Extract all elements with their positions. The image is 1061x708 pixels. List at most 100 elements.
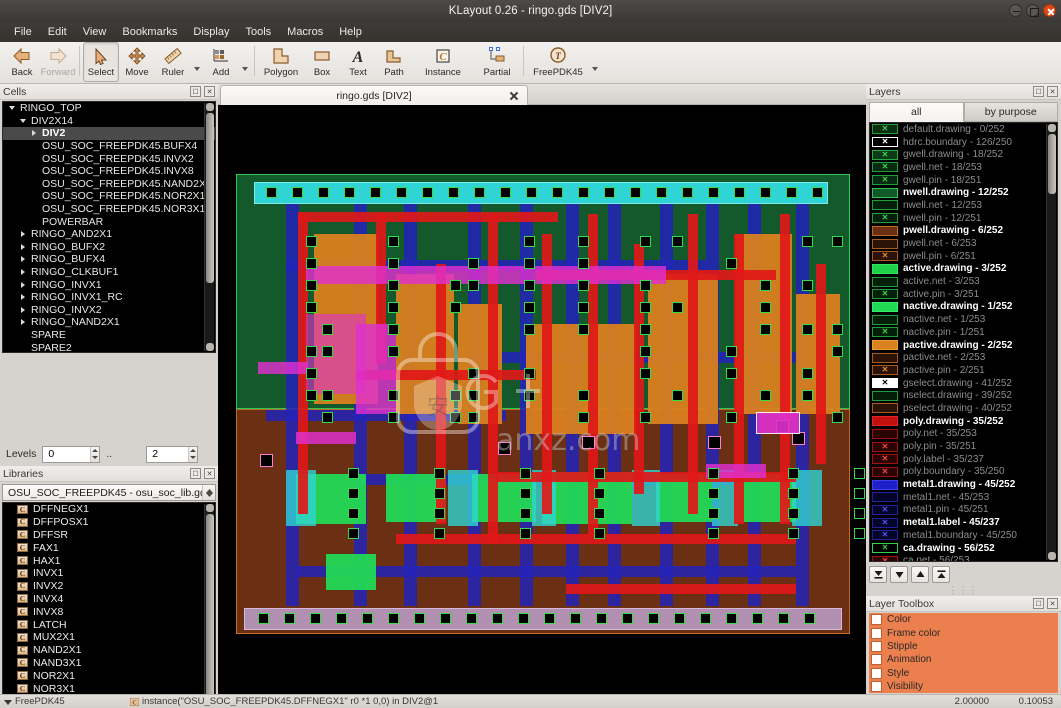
toolbar-instance-button[interactable]: C Instance xyxy=(412,42,474,82)
maximize-button[interactable] xyxy=(1026,4,1039,17)
layer-list-item[interactable]: nwell.drawing - 12/252 xyxy=(870,186,1057,199)
expander-expand-icon[interactable] xyxy=(18,256,28,262)
layer-swatch[interactable]: ✕ xyxy=(872,124,898,134)
layer-list-item[interactable]: ✕poly.boundary - 35/250 xyxy=(870,466,1057,479)
cell-tree-item[interactable]: RINGO_CLKBUF1 xyxy=(3,266,215,279)
cell-tree-item[interactable]: SPARE xyxy=(3,329,215,342)
expander-expand-icon[interactable] xyxy=(18,231,28,237)
layer-swatch[interactable]: ✕ xyxy=(872,378,898,388)
library-list-item[interactable]: CNOR2X1 xyxy=(3,669,215,682)
menu-view[interactable]: View xyxy=(75,24,115,40)
toolbar-select-button[interactable]: Select xyxy=(83,42,119,82)
layer-swatch[interactable]: ✕ xyxy=(872,530,898,540)
menu-edit[interactable]: Edit xyxy=(40,24,75,40)
layers-close-button[interactable]: ✕ xyxy=(1047,86,1058,97)
library-list-item[interactable]: CINVX4 xyxy=(3,593,215,606)
move-up-icon[interactable] xyxy=(911,566,929,583)
layer-swatch[interactable] xyxy=(872,403,898,413)
layer-list-item[interactable]: nselect.drawing - 39/252 xyxy=(870,389,1057,402)
layer-list-item[interactable]: ✕metal1.label - 45/237 xyxy=(870,516,1057,529)
layer-swatch[interactable] xyxy=(872,239,898,249)
cell-tree-item[interactable]: RINGO_BUFX4 xyxy=(3,253,215,266)
layer-list-item[interactable]: nactive.drawing - 1/252 xyxy=(870,301,1057,314)
layer-list-item[interactable]: pwell.net - 6/253 xyxy=(870,237,1057,250)
cell-tree-item[interactable]: OSU_SOC_FREEPDK45.INVX2 xyxy=(3,152,215,165)
menu-tools[interactable]: Tools xyxy=(237,24,279,40)
layer-swatch[interactable]: ✕ xyxy=(872,454,898,464)
layer-swatch[interactable] xyxy=(872,492,898,502)
layers-undock-button[interactable]: ☐ xyxy=(1033,86,1044,97)
expander-expand-icon[interactable] xyxy=(18,269,28,275)
cell-tree-item[interactable]: SPARE2 xyxy=(3,341,215,353)
toolbar-ruler-button[interactable]: Ruler xyxy=(155,42,191,82)
layer-list-item[interactable]: ✕gwell.pin - 18/251 xyxy=(870,174,1057,187)
layer-list-item[interactable]: ✕gselect.drawing - 41/252 xyxy=(870,377,1057,390)
tab-by-purpose[interactable]: by purpose xyxy=(964,102,1059,122)
layer-list-item[interactable]: ✕default.drawing - 0/252 xyxy=(870,123,1057,136)
library-list-item[interactable]: CLATCH xyxy=(3,618,215,631)
layer-swatch[interactable] xyxy=(872,302,898,312)
layer-list-item[interactable]: pactive.net - 2/253 xyxy=(870,351,1057,364)
cell-tree-item[interactable]: OSU_SOC_FREEPDK45.NOR2X1 xyxy=(3,190,215,203)
panel-splitter[interactable]: ⋮⋮⋮ xyxy=(866,586,1061,594)
expander-expand-icon[interactable] xyxy=(18,319,28,325)
cell-tree-item[interactable]: RINGO_TOP xyxy=(3,102,215,115)
layer-swatch[interactable]: ✕ xyxy=(872,289,898,299)
library-list-item[interactable]: CINVX1 xyxy=(3,567,215,580)
layer-toolbox-checkbox[interactable] xyxy=(871,668,882,679)
cell-tree-item[interactable]: RINGO_INVX1 xyxy=(3,278,215,291)
layer-swatch[interactable] xyxy=(872,188,898,198)
library-list-item[interactable]: CHAX1 xyxy=(3,554,215,567)
layer-list-item[interactable]: nactive.net - 1/253 xyxy=(870,313,1057,326)
levels-from-input[interactable] xyxy=(43,447,90,461)
layer-swatch[interactable] xyxy=(872,480,898,490)
cells-tree[interactable]: RINGO_TOPDIV2X14DIV2OSU_SOC_FREEPDK45.BU… xyxy=(2,101,216,353)
layer-list-item[interactable]: nwell.net - 12/253 xyxy=(870,199,1057,212)
layer-list-item[interactable]: pselect.drawing - 40/252 xyxy=(870,402,1057,415)
minimize-button[interactable] xyxy=(1009,4,1022,17)
layer-swatch[interactable]: ✕ xyxy=(872,556,898,562)
menu-file[interactable]: File xyxy=(6,24,40,40)
library-list-item[interactable]: CINVX2 xyxy=(3,580,215,593)
layer-list-item[interactable]: ✕metal1.pin - 45/251 xyxy=(870,504,1057,517)
toolbar-box-button[interactable]: Box xyxy=(304,42,340,82)
close-icon[interactable] xyxy=(509,91,519,101)
layer-toolbox-checkbox[interactable] xyxy=(871,628,882,639)
expander-expand-icon[interactable] xyxy=(29,130,39,136)
tab-all[interactable]: all xyxy=(869,102,964,122)
layer-swatch[interactable] xyxy=(872,277,898,287)
layer-list-item[interactable]: ✕poly.pin - 35/251 xyxy=(870,440,1057,453)
close-button[interactable] xyxy=(1043,4,1056,17)
toolbar-back-button[interactable]: Back xyxy=(4,42,40,82)
library-list-item[interactable]: CFAX1 xyxy=(3,541,215,554)
cell-tree-item[interactable]: RINGO_INVX1_RC xyxy=(3,291,215,304)
layer-swatch[interactable] xyxy=(872,429,898,439)
layer-toolbox-checkbox[interactable] xyxy=(871,654,882,665)
levels-from-spinner[interactable] xyxy=(42,446,100,463)
cell-tree-item[interactable]: OSU_SOC_FREEPDK45.NOR3X1 xyxy=(3,203,215,216)
layer-list-item[interactable]: metal1.net - 45/253 xyxy=(870,491,1057,504)
layer-list-item[interactable]: ✕poly.label - 35/237 xyxy=(870,453,1057,466)
layer-toolbox-close-button[interactable]: ✕ xyxy=(1047,598,1058,609)
layer-swatch[interactable] xyxy=(872,315,898,325)
layer-toolbox-item[interactable]: Visibility xyxy=(869,680,1058,693)
library-select-arrows-icon[interactable] xyxy=(202,485,215,500)
layer-swatch[interactable]: ✕ xyxy=(872,365,898,375)
layout-canvas[interactable]: 安anxz.com xyxy=(218,105,866,694)
layer-swatch[interactable]: ✕ xyxy=(872,467,898,477)
layer-list-item[interactable]: active.net - 3/253 xyxy=(870,275,1057,288)
add-dropdown-arrow-icon[interactable] xyxy=(239,42,251,82)
library-list-item[interactable]: CMUX2X1 xyxy=(3,631,215,644)
layer-toolbox-checkbox[interactable] xyxy=(871,681,882,692)
toolbar-path-button[interactable]: Path xyxy=(376,42,412,82)
layer-swatch[interactable] xyxy=(872,340,898,350)
menu-bookmarks[interactable]: Bookmarks xyxy=(114,24,185,40)
layer-toolbox-item[interactable]: Frame color xyxy=(869,626,1058,639)
layer-toolbox-item[interactable]: Color xyxy=(869,613,1058,626)
toolbar-polygon-button[interactable]: Polygon xyxy=(258,42,304,82)
expander-collapse-icon[interactable] xyxy=(18,119,28,123)
ruler-dropdown-arrow-icon[interactable] xyxy=(191,42,203,82)
move-down-icon[interactable] xyxy=(890,566,908,583)
expander-expand-icon[interactable] xyxy=(18,244,28,250)
move-to-bottom-icon[interactable] xyxy=(869,566,887,583)
